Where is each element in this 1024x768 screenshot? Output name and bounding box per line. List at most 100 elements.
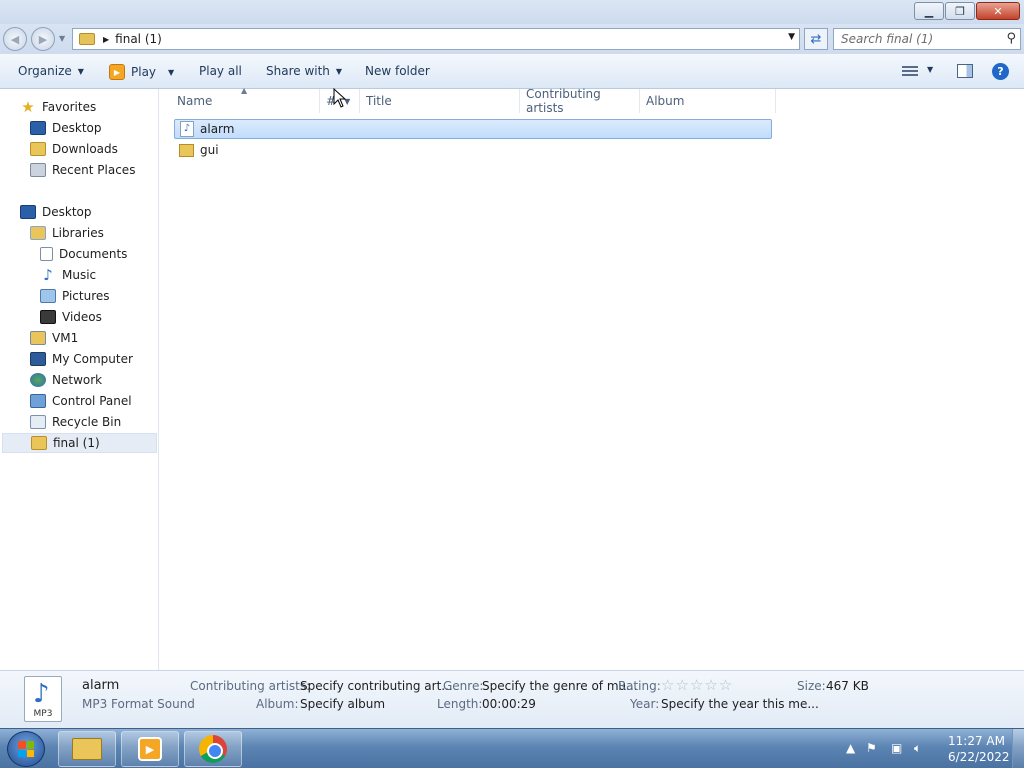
nav-music[interactable]: ♪ Music bbox=[0, 265, 157, 285]
breadcrumb-current-folder[interactable]: final (1) bbox=[115, 32, 162, 46]
nav-control-panel[interactable]: Control Panel bbox=[0, 391, 157, 411]
nav-pictures[interactable]: Pictures bbox=[0, 286, 157, 306]
nav-network[interactable]: Network bbox=[0, 370, 157, 390]
file-row-alarm[interactable]: ♪ alarm bbox=[174, 119, 772, 139]
column-label: Album bbox=[646, 94, 685, 108]
start-button[interactable] bbox=[7, 731, 45, 767]
details-genre-label: Genre: bbox=[443, 679, 484, 693]
close-button[interactable]: ✕ bbox=[976, 2, 1020, 20]
show-desktop-button[interactable] bbox=[1012, 729, 1024, 768]
documents-icon bbox=[40, 247, 53, 261]
taskbar: ▶ ▲ ⚑ ▣ 🔈︎ 11:27 AM 6/22/2022 bbox=[0, 728, 1024, 768]
share-with-menu[interactable]: Share with ▼ bbox=[266, 64, 342, 78]
chevron-down-icon: ▼ bbox=[335, 66, 343, 76]
chevron-down-icon[interactable]: ▼ bbox=[168, 68, 174, 77]
nav-label: Desktop bbox=[52, 121, 102, 135]
taskbar-windows-media-player[interactable]: ▶ bbox=[121, 731, 179, 767]
clock-date[interactable]: 6/22/2022 bbox=[948, 750, 1010, 764]
music-note-icon: ♪ bbox=[33, 679, 50, 709]
mp3-file-large-icon: ♪ MP3 bbox=[24, 676, 62, 722]
back-button[interactable]: ◀ bbox=[3, 27, 27, 51]
refresh-button[interactable]: ⇄ bbox=[804, 28, 828, 50]
windows-explorer-icon bbox=[72, 738, 102, 760]
nav-favorites-desktop[interactable]: Desktop bbox=[0, 118, 157, 138]
details-rating-label: Rating: bbox=[618, 679, 661, 693]
details-year-value[interactable]: Specify the year this me... bbox=[661, 697, 819, 711]
play-all-button[interactable]: Play all bbox=[199, 64, 242, 78]
nav-label: My Computer bbox=[52, 352, 133, 366]
view-options-chevron-icon[interactable]: ▼ bbox=[927, 65, 933, 74]
column-header-name[interactable]: ▲ Name bbox=[160, 86, 320, 113]
address-dropdown-icon[interactable]: ▼ bbox=[788, 32, 795, 42]
change-view-icon[interactable] bbox=[902, 66, 918, 78]
desktop-icon bbox=[20, 205, 36, 219]
clock-time[interactable]: 11:27 AM bbox=[948, 734, 1005, 748]
details-album-value[interactable]: Specify album bbox=[300, 697, 385, 711]
column-label: Contributing artists bbox=[526, 87, 601, 115]
new-folder-label: New folder bbox=[365, 64, 430, 78]
nav-documents[interactable]: Documents bbox=[0, 244, 157, 264]
nav-libraries[interactable]: Libraries bbox=[0, 223, 157, 243]
libraries-icon bbox=[30, 226, 46, 240]
file-type-tag: MP3 bbox=[33, 709, 53, 719]
refresh-icon: ⇄ bbox=[810, 31, 822, 47]
breadcrumb-separator-icon[interactable]: ▶ bbox=[103, 35, 109, 44]
nav-desktop[interactable]: Desktop bbox=[0, 202, 157, 222]
recent-pages-dropdown-icon[interactable]: ▼ bbox=[59, 34, 65, 43]
details-size-value: 467 KB bbox=[826, 679, 869, 693]
details-year-label: Year: bbox=[630, 697, 660, 711]
nav-label: Downloads bbox=[52, 142, 118, 156]
desktop-icon bbox=[30, 121, 46, 135]
nav-final-folder[interactable]: final (1) bbox=[2, 433, 157, 453]
search-box[interactable]: ⚲ bbox=[833, 28, 1021, 50]
pictures-icon bbox=[40, 289, 56, 303]
minimize-button[interactable]: ▁ bbox=[914, 2, 944, 20]
column-header-contributing-artists[interactable]: Contributing artists bbox=[520, 87, 640, 115]
nav-favorites[interactable]: ★ Favorites bbox=[0, 97, 157, 117]
column-header-album[interactable]: Album bbox=[640, 89, 776, 113]
organize-menu[interactable]: Organize ▼ bbox=[18, 64, 84, 78]
nav-recycle-bin[interactable]: Recycle Bin bbox=[0, 412, 157, 432]
column-label: Title bbox=[366, 94, 392, 108]
details-length-value: 00:00:29 bbox=[482, 697, 536, 711]
taskbar-windows-explorer[interactable] bbox=[58, 731, 116, 767]
show-hidden-icons-icon[interactable]: ▲ bbox=[846, 741, 855, 755]
nav-label: Videos bbox=[62, 310, 102, 324]
nav-downloads[interactable]: Downloads bbox=[0, 139, 157, 159]
file-name: gui bbox=[200, 143, 219, 157]
nav-label: Documents bbox=[59, 247, 128, 261]
minimize-icon: ▁ bbox=[924, 4, 934, 18]
network-status-icon[interactable]: ▣ bbox=[891, 741, 902, 755]
volume-icon[interactable]: 🔈︎ bbox=[914, 741, 921, 756]
play-all-label: Play all bbox=[199, 64, 242, 78]
command-bar: Organize ▼ ▶ Play ▼ Play all Share with ▼ … bbox=[0, 54, 1024, 89]
nav-recent-places[interactable]: Recent Places bbox=[0, 160, 157, 180]
nav-vm1[interactable]: VM1 bbox=[0, 328, 157, 348]
details-artists-value[interactable]: Specify contributing art... bbox=[300, 679, 453, 693]
nav-my-computer[interactable]: My Computer bbox=[0, 349, 157, 369]
search-input[interactable] bbox=[841, 29, 1001, 49]
forward-arrow-icon: ▶ bbox=[38, 32, 48, 46]
file-row-gui[interactable]: gui bbox=[174, 140, 772, 160]
nav-label: final (1) bbox=[53, 436, 100, 450]
action-center-flag-icon[interactable]: ⚑ bbox=[866, 741, 877, 755]
help-icon[interactable]: ? bbox=[992, 63, 1009, 80]
details-file-name: alarm bbox=[82, 678, 120, 693]
preview-pane-icon[interactable] bbox=[957, 64, 973, 78]
nav-label: Recent Places bbox=[52, 163, 136, 177]
forward-button[interactable]: ▶ bbox=[31, 27, 55, 51]
new-folder-button[interactable]: New folder bbox=[365, 64, 430, 78]
rating-stars[interactable]: ☆☆☆☆☆ bbox=[661, 676, 733, 694]
film-strip-icon bbox=[40, 310, 56, 324]
address-bar[interactable]: ▶ final (1) ▼ bbox=[72, 28, 800, 50]
chevron-down-icon: ▼ bbox=[77, 66, 84, 76]
column-header-title[interactable]: Title bbox=[360, 89, 520, 113]
nav-videos[interactable]: Videos bbox=[0, 307, 157, 327]
play-button[interactable]: ▶ Play ▼ bbox=[109, 64, 174, 80]
nav-label: Favorites bbox=[42, 100, 97, 114]
restore-button[interactable]: ❐ bbox=[945, 2, 975, 20]
taskbar-google-chrome[interactable] bbox=[184, 731, 242, 767]
folder-icon bbox=[79, 33, 95, 45]
details-genre-value[interactable]: Specify the genre of mu... bbox=[482, 679, 638, 693]
search-icon[interactable]: ⚲ bbox=[1006, 31, 1016, 46]
